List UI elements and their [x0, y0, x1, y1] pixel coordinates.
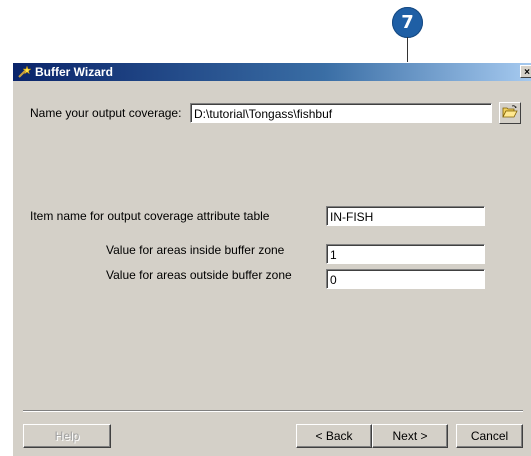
- buffer-wizard-dialog: Buffer Wizard × Name your output coverag…: [12, 62, 531, 456]
- wizard-wand-icon: [17, 65, 31, 79]
- step-callout-badge: 7: [392, 7, 423, 38]
- output-coverage-label: Name your output coverage:: [30, 106, 182, 120]
- cancel-button[interactable]: Cancel: [456, 424, 523, 448]
- back-button[interactable]: < Back: [296, 424, 372, 448]
- title-bar[interactable]: Buffer Wizard ×: [13, 63, 531, 81]
- output-coverage-field[interactable]: D:\tutorial\Tongass\fishbuf: [190, 103, 492, 123]
- item-name-label: Item name for output coverage attribute …: [30, 209, 270, 223]
- outside-value-label: Value for areas outside buffer zone: [106, 268, 292, 282]
- outside-value-field[interactable]: 0: [326, 269, 485, 289]
- item-name-field[interactable]: IN-FISH: [326, 206, 485, 226]
- open-folder-icon: [502, 104, 518, 123]
- close-button[interactable]: ×: [520, 65, 531, 78]
- browse-button[interactable]: [499, 102, 521, 124]
- window-title: Buffer Wizard: [35, 65, 113, 79]
- inside-value-label: Value for areas inside buffer zone: [106, 243, 285, 257]
- inside-value-field[interactable]: 1: [326, 244, 485, 264]
- help-button[interactable]: Help: [23, 424, 111, 448]
- next-button[interactable]: Next >: [372, 424, 448, 448]
- button-separator: [23, 410, 523, 412]
